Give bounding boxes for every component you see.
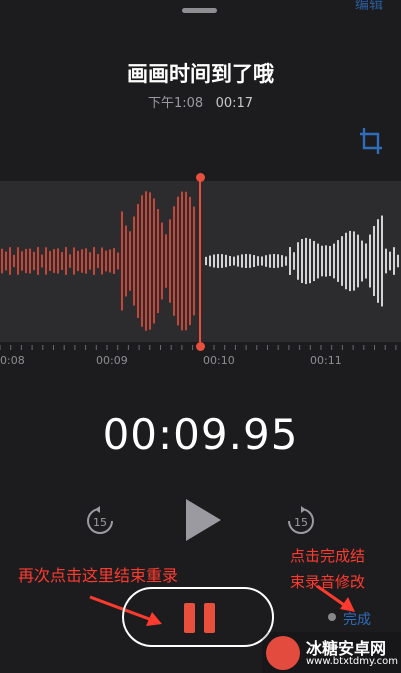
annotation-arrows <box>89 584 355 626</box>
done-button[interactable]: 完成 <box>343 609 371 629</box>
arrow-right <box>316 584 348 609</box>
watermark: 冰糖安卓网 www.btxtdmy.com <box>262 632 401 673</box>
watermark-url: www.btxtdmy.com <box>306 656 399 667</box>
pause-icon-bar <box>204 603 215 633</box>
playhead-handle[interactable] <box>196 173 205 182</box>
done-indicator-icon <box>328 613 336 621</box>
pause-icon <box>184 603 195 633</box>
watermark-logo-icon <box>266 636 300 670</box>
pause-record-button[interactable] <box>184 603 216 633</box>
playhead-handle[interactable] <box>196 342 205 351</box>
